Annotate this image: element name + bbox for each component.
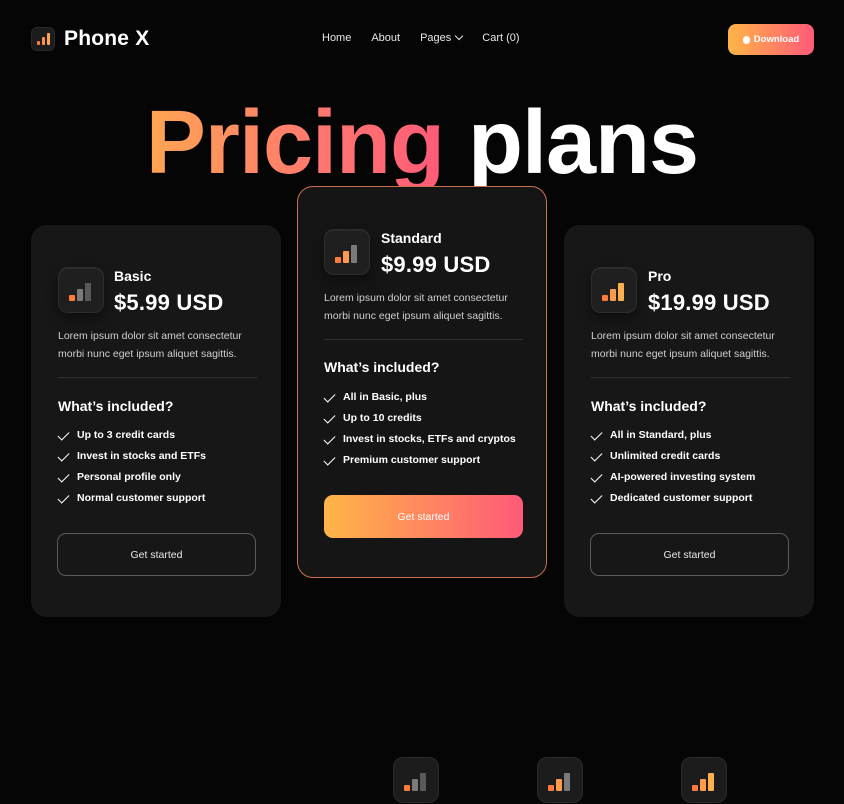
feature-item: AI-powered investing system	[590, 467, 756, 488]
nav-home-link[interactable]: Home	[322, 32, 351, 44]
bar-chart-icon	[681, 757, 727, 803]
top-navbar: Phone X Home About Pages Cart (0) Downlo…	[0, 0, 844, 78]
get-started-button-basic[interactable]: Get started	[57, 533, 256, 576]
feature-text: Unlimited credit cards	[610, 450, 721, 462]
plan-price: $9.99 USD	[381, 252, 491, 277]
page-title: Pricing plans	[0, 88, 844, 198]
pricing-card-pro: Pro $19.99 USD Lorem ipsum dolor sit ame…	[564, 225, 814, 617]
plan-name: Pro	[648, 268, 672, 284]
feature-item: Invest in stocks and ETFs	[57, 446, 206, 467]
check-icon	[323, 453, 336, 466]
feature-list: All in Basic, plus Up to 10 credits Inve…	[323, 387, 516, 471]
bar-chart-icon	[31, 27, 55, 51]
check-icon	[57, 491, 70, 504]
included-heading: What’s included?	[324, 359, 440, 375]
plan-price: $19.99 USD	[648, 290, 770, 315]
feature-text: Invest in stocks, ETFs and cryptos	[343, 433, 516, 445]
pricing-card-basic: Basic $5.99 USD Lorem ipsum dolor sit am…	[31, 225, 281, 617]
divider	[324, 339, 523, 340]
plan-price: $5.99 USD	[114, 290, 224, 315]
feature-item: Premium customer support	[323, 450, 516, 471]
bar-chart-icon	[591, 267, 637, 313]
feature-text: Invest in stocks and ETFs	[77, 450, 206, 462]
get-started-button-standard[interactable]: Get started	[324, 495, 523, 538]
get-started-button-pro[interactable]: Get started	[590, 533, 789, 576]
bar-chart-icon	[58, 267, 104, 313]
download-label: Download	[753, 34, 800, 45]
check-icon	[590, 449, 603, 462]
feature-item: Up to 3 credit cards	[57, 425, 206, 446]
check-icon	[323, 390, 336, 403]
pricing-card-standard: Standard $9.99 USD Lorem ipsum dolor sit…	[297, 186, 547, 578]
divider	[58, 377, 257, 378]
included-heading: What’s included?	[58, 398, 174, 414]
check-icon	[590, 428, 603, 441]
feature-text: Premium customer support	[343, 454, 481, 466]
feature-text: Normal customer support	[77, 492, 206, 504]
brand-logo[interactable]: Phone X	[31, 27, 149, 51]
plan-name: Standard	[381, 230, 442, 246]
nav-cart-link[interactable]: Cart (0)	[482, 32, 519, 44]
apple-icon	[742, 35, 750, 44]
main-menu: Home About Pages Cart (0)	[322, 31, 520, 44]
feature-item: Unlimited credit cards	[590, 446, 755, 467]
bar-chart-icon	[393, 757, 439, 803]
bar-chart-icon	[324, 229, 370, 275]
included-heading: What’s included?	[591, 398, 707, 414]
feature-text: All in Basic, plus	[343, 391, 428, 403]
title-highlight: Pricing	[145, 93, 445, 193]
feature-text: Personal profile only	[77, 471, 181, 483]
bar-chart-icon	[537, 757, 583, 803]
feature-item: All in Standard, plus	[590, 425, 755, 446]
plan-description: Lorem ipsum dolor sit amet consectetur m…	[324, 292, 508, 322]
feature-item: Dedicated customer support	[590, 488, 755, 509]
feature-text: AI-powered investing system	[610, 471, 756, 483]
feature-item: Up to 10 credits	[323, 408, 516, 429]
feature-item: Normal customer support	[57, 488, 206, 509]
check-icon	[323, 432, 336, 445]
feature-text: All in Standard, plus	[610, 429, 712, 441]
check-icon	[57, 470, 70, 483]
nav-about-link[interactable]: About	[371, 32, 400, 44]
plan-name: Basic	[114, 268, 152, 284]
feature-text: Up to 3 credit cards	[77, 429, 176, 441]
check-icon	[57, 428, 70, 441]
check-icon	[323, 411, 336, 424]
feature-item: Invest in stocks, ETFs and cryptos	[323, 429, 516, 450]
nav-pages-dropdown[interactable]: Pages	[420, 31, 464, 44]
check-icon	[57, 449, 70, 462]
feature-text: Dedicated customer support	[610, 492, 753, 504]
feature-list: All in Standard, plus Unlimited credit c…	[590, 425, 756, 509]
plan-description: Lorem ipsum dolor sit amet consectetur m…	[591, 330, 775, 360]
check-icon	[590, 491, 603, 504]
divider	[591, 377, 790, 378]
chevron-down-icon	[455, 31, 464, 41]
feature-item: Personal profile only	[57, 467, 206, 488]
feature-text: Up to 10 credits	[343, 412, 422, 424]
download-button[interactable]: Download	[728, 24, 814, 55]
feature-item: All in Basic, plus	[323, 387, 516, 408]
check-icon	[590, 470, 603, 483]
nav-pages-label: Pages	[420, 32, 452, 44]
plan-description: Lorem ipsum dolor sit amet consectetur m…	[58, 330, 242, 360]
brand-name: Phone X	[64, 27, 150, 50]
feature-list: Up to 3 credit cards Invest in stocks an…	[57, 425, 206, 509]
title-rest: plans	[468, 93, 699, 193]
